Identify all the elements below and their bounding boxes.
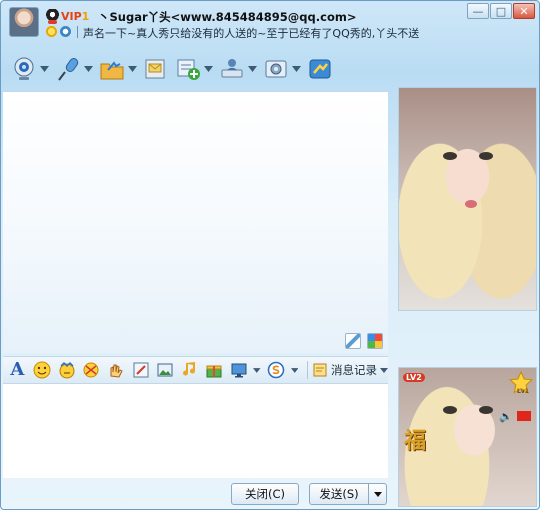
- status-icons: [46, 26, 76, 38]
- chevron-down-icon: [204, 66, 213, 72]
- chevron-down-icon[interactable]: [253, 367, 261, 373]
- send-options-button[interactable]: [369, 483, 387, 505]
- shake-window-button[interactable]: [81, 359, 102, 381]
- email-icon: [145, 59, 165, 79]
- signature-divider: [77, 26, 78, 38]
- star-level-icon: Lv1: [509, 371, 533, 395]
- bottom-bar: 关闭(C) 发送(S): [3, 479, 388, 509]
- remote-assistance-button[interactable]: [219, 54, 257, 84]
- vip-badge[interactable]: VIP1: [61, 10, 89, 23]
- toolbar-divider: [307, 361, 308, 379]
- title-bar: VIP1 丶Sugar丫头<www.845484895@qq.com> 声名一下…: [1, 1, 539, 47]
- folder-icon: [100, 61, 124, 80]
- display-tools: [345, 333, 383, 349]
- fu-character: 福: [404, 428, 427, 454]
- share-button[interactable]: [307, 54, 333, 84]
- magic-face-icon: [59, 361, 75, 379]
- scribble-button[interactable]: [106, 359, 127, 381]
- window-controls: — □ ✕: [467, 3, 535, 19]
- payment-icon: [267, 361, 285, 379]
- image-icon: [157, 363, 173, 377]
- font-icon: A: [10, 359, 25, 380]
- payment-button[interactable]: [266, 359, 287, 381]
- send-image-button[interactable]: [155, 359, 176, 381]
- emoticon-button[interactable]: [32, 359, 53, 381]
- qq-penguin-icon: [46, 9, 59, 24]
- chevron-down-icon: [373, 491, 382, 497]
- chevron-down-icon[interactable]: [290, 367, 299, 373]
- music-icon: [182, 362, 195, 376]
- chevron-down-icon: [292, 66, 301, 72]
- message-input[interactable]: [3, 384, 388, 478]
- level-badge: LV2: [403, 373, 425, 382]
- screenshot-button[interactable]: [130, 359, 151, 381]
- chevron-down-icon: [379, 367, 388, 373]
- gift-icon: [206, 365, 222, 378]
- settings-button[interactable]: [263, 54, 301, 84]
- speaker-icon[interactable]: 🔈: [499, 410, 513, 423]
- send-button[interactable]: 发送(S): [309, 483, 369, 505]
- chevron-down-icon: [84, 66, 93, 72]
- message-history-button[interactable]: 消息记录: [312, 362, 388, 378]
- magic-emoticon-button[interactable]: [56, 359, 77, 381]
- main-toolbar: [11, 53, 339, 85]
- add-application-button[interactable]: [175, 54, 213, 84]
- chevron-down-icon: [40, 66, 49, 72]
- voice-call-button[interactable]: [55, 54, 93, 84]
- contact-signature: 声名一下~真人秀只给没有的人送的~至于已经有了QQ秀的,丫头不送: [83, 27, 420, 40]
- webcam-icon: [14, 57, 34, 80]
- share-icon: [309, 59, 331, 79]
- smiley-icon: [33, 361, 51, 379]
- hand-icon: [110, 364, 123, 378]
- music-button[interactable]: [179, 359, 200, 381]
- close-window-button[interactable]: ✕: [513, 3, 535, 19]
- contact-avatar[interactable]: [9, 7, 39, 37]
- maximize-button[interactable]: □: [490, 3, 512, 19]
- shake-icon: [83, 362, 99, 378]
- screen-share-button[interactable]: [229, 359, 250, 381]
- user-card-icon: [221, 59, 243, 78]
- star-icon[interactable]: [46, 26, 57, 37]
- chevron-down-icon: [128, 66, 137, 72]
- close-button[interactable]: 关闭(C): [231, 483, 299, 505]
- contact-show-photo[interactable]: [398, 87, 537, 311]
- input-toolbar: A 消息记录: [3, 356, 388, 384]
- video-call-button[interactable]: [11, 54, 49, 84]
- history-icon: [313, 363, 327, 377]
- star-level-label: Lv1: [517, 388, 529, 395]
- chat-history-area[interactable]: [3, 91, 388, 353]
- gear-icon: [265, 60, 287, 78]
- send-file-button[interactable]: [99, 54, 137, 84]
- color-palette-icon[interactable]: [367, 333, 383, 349]
- expand-icon[interactable]: [345, 333, 361, 349]
- message-history-label: 消息记录: [330, 363, 377, 377]
- flag-icon[interactable]: [517, 411, 531, 421]
- add-app-icon: [177, 59, 200, 80]
- send-email-button[interactable]: [143, 54, 169, 84]
- chevron-down-icon: [248, 66, 257, 72]
- minimize-button[interactable]: —: [467, 3, 489, 19]
- scissors-icon: [133, 362, 149, 378]
- contact-title: 丶Sugar丫头<www.845484895@qq.com>: [98, 10, 357, 24]
- monitor-icon: [231, 363, 247, 378]
- chat-window: VIP1 丶Sugar丫头<www.845484895@qq.com> 声名一下…: [0, 0, 540, 510]
- microphone-icon: [58, 58, 79, 81]
- font-button[interactable]: A: [7, 359, 28, 381]
- gift-button[interactable]: [204, 359, 225, 381]
- search-icon[interactable]: [60, 26, 71, 37]
